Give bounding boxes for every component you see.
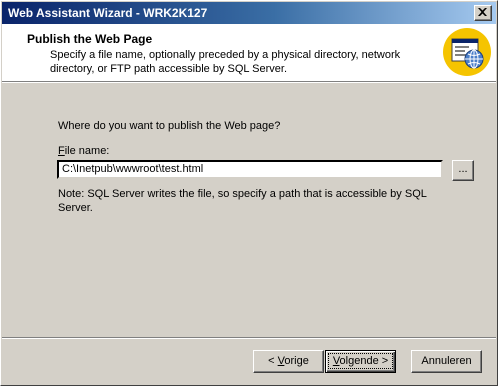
header-divider bbox=[2, 82, 496, 83]
cancel-button[interactable]: Annuleren bbox=[411, 350, 482, 373]
back-button[interactable]: < Vorige bbox=[253, 350, 324, 373]
page-title: Publish the Web Page bbox=[27, 32, 153, 46]
file-name-label: File name: bbox=[58, 145, 109, 157]
file-name-input[interactable]: C:\Inetpub\wwwroot\test.html bbox=[57, 160, 443, 179]
back-button-label: orige bbox=[284, 355, 309, 367]
file-name-label-text: ile name: bbox=[64, 145, 110, 157]
close-button[interactable] bbox=[474, 5, 492, 21]
next-button[interactable]: Volgende > bbox=[325, 350, 396, 373]
browse-button[interactable]: ... bbox=[452, 160, 474, 181]
back-button-prefix: < bbox=[268, 355, 278, 367]
wizard-header: Publish the Web Page Specify a file name… bbox=[2, 24, 496, 82]
wizard-window: Web Assistant Wizard - WRK2K127 Publish … bbox=[0, 0, 498, 386]
next-button-focus: Volgende > bbox=[327, 353, 394, 369]
web-page-globe-icon bbox=[443, 28, 491, 76]
window-title: Web Assistant Wizard - WRK2K127 bbox=[8, 6, 208, 20]
next-button-accelerator: V bbox=[332, 355, 340, 367]
title-bar[interactable]: Web Assistant Wizard - WRK2K127 bbox=[2, 2, 496, 24]
close-icon bbox=[478, 8, 487, 16]
page-description: Specify a file name, optionally preceded… bbox=[50, 49, 401, 75]
next-button-label: olgende > bbox=[339, 355, 389, 367]
file-name-label-accelerator: F bbox=[58, 145, 65, 157]
publish-question: Where do you want to publish the Web pag… bbox=[58, 120, 281, 132]
button-bar-divider bbox=[2, 337, 496, 339]
note-text: Note: SQL Server writes the file, so spe… bbox=[58, 188, 427, 214]
